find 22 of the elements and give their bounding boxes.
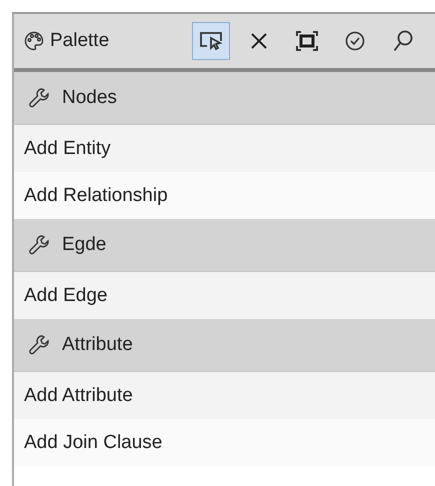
- close-icon: [250, 32, 268, 50]
- palette-icon: [24, 31, 44, 51]
- group-header[interactable]: Egde: [14, 219, 435, 272]
- group-header[interactable]: Nodes: [14, 72, 435, 125]
- palette-item[interactable]: Add Relationship: [14, 172, 435, 219]
- group-header[interactable]: Attribute: [14, 319, 435, 372]
- palette-title: Palette: [50, 30, 110, 52]
- select-icon: [198, 30, 224, 52]
- palette-item[interactable]: Add Attribute: [14, 372, 435, 419]
- select-tool-button[interactable]: [192, 22, 230, 60]
- check-circle-icon: [345, 31, 365, 51]
- palette-item[interactable]: Add Join Clause: [14, 419, 435, 466]
- wrench-icon: [28, 87, 50, 109]
- fit-frame-icon: [296, 31, 318, 51]
- wrench-icon: [28, 234, 50, 256]
- palette-item[interactable]: Add Edge: [14, 272, 435, 319]
- group-label: Nodes: [62, 87, 117, 109]
- group-label: Attribute: [62, 334, 133, 356]
- wrench-icon: [28, 334, 50, 356]
- palette-item[interactable]: Add Entity: [14, 125, 435, 172]
- group-label: Egde: [62, 234, 106, 256]
- search-icon: [393, 30, 413, 52]
